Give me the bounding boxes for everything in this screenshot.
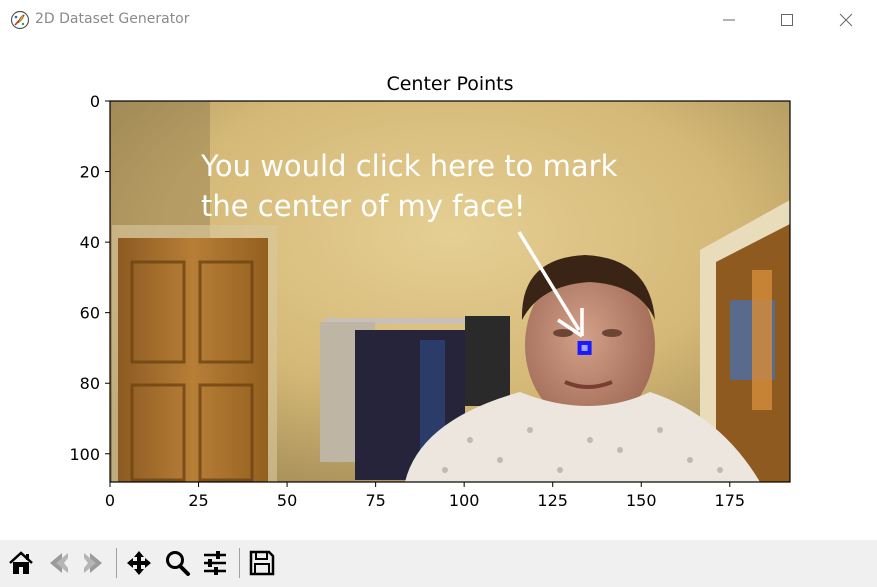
x-tick-label: 100	[449, 491, 480, 510]
minimize-button[interactable]	[709, 6, 749, 34]
maximize-icon	[781, 14, 793, 26]
navigation-toolbar	[0, 540, 877, 587]
configure-subplots-button[interactable]	[199, 547, 231, 579]
pan-button[interactable]	[123, 547, 155, 579]
close-button[interactable]	[826, 6, 866, 34]
x-tick-label: 25	[188, 491, 208, 510]
y-axis: 0 20 40 60 80 100	[69, 92, 110, 464]
y-tick-label: 100	[69, 445, 100, 464]
x-tick-label: 50	[277, 491, 297, 510]
chart[interactable]: Center Points 0 25 50 75 100 125 150 175 0 20 40 6…	[0, 40, 877, 540]
annotation-line-1: You would click here to mark	[200, 149, 618, 183]
home-icon	[9, 551, 33, 574]
home-button[interactable]	[5, 547, 37, 579]
y-tick-label: 80	[80, 374, 100, 393]
x-tick-label: 175	[715, 491, 746, 510]
center-point-marker-core	[581, 344, 588, 351]
minimize-icon	[723, 19, 735, 21]
zoom-icon	[166, 551, 190, 576]
save-button[interactable]	[246, 547, 278, 579]
annotation-line-2: the center of my face!	[201, 189, 526, 223]
x-tick-label: 150	[626, 491, 657, 510]
x-tick-label: 125	[537, 491, 568, 510]
forward-button[interactable]	[78, 547, 110, 579]
figure-canvas[interactable]: Center Points 0 25 50 75 100 125 150 175 0 20 40 6…	[0, 40, 877, 540]
save-icon	[249, 550, 275, 576]
toolbar-separator	[116, 548, 117, 578]
back-button[interactable]	[42, 547, 74, 579]
y-tick-label: 60	[80, 304, 100, 323]
x-axis: 0 25 50 75 100 125 150 175	[105, 482, 745, 510]
x-tick-label: 0	[105, 491, 115, 510]
toolbar-separator	[239, 548, 240, 578]
center-points	[577, 340, 592, 355]
configure-subplots-icon	[204, 551, 226, 575]
y-tick-label: 40	[80, 233, 100, 252]
zoom-button[interactable]	[161, 547, 193, 579]
forward-icon	[84, 553, 102, 573]
chart-title: Center Points	[386, 73, 513, 95]
x-tick-label: 75	[365, 491, 385, 510]
pan-icon	[127, 551, 151, 575]
y-tick-label: 0	[90, 92, 100, 111]
title-bar: 2D Dataset Generator	[0, 0, 877, 40]
y-tick-label: 20	[80, 163, 100, 182]
feather-icon	[10, 10, 30, 30]
close-icon	[839, 13, 853, 27]
window-title: 2D Dataset Generator	[35, 11, 190, 27]
back-icon	[50, 553, 68, 573]
maximize-button[interactable]	[767, 6, 807, 34]
